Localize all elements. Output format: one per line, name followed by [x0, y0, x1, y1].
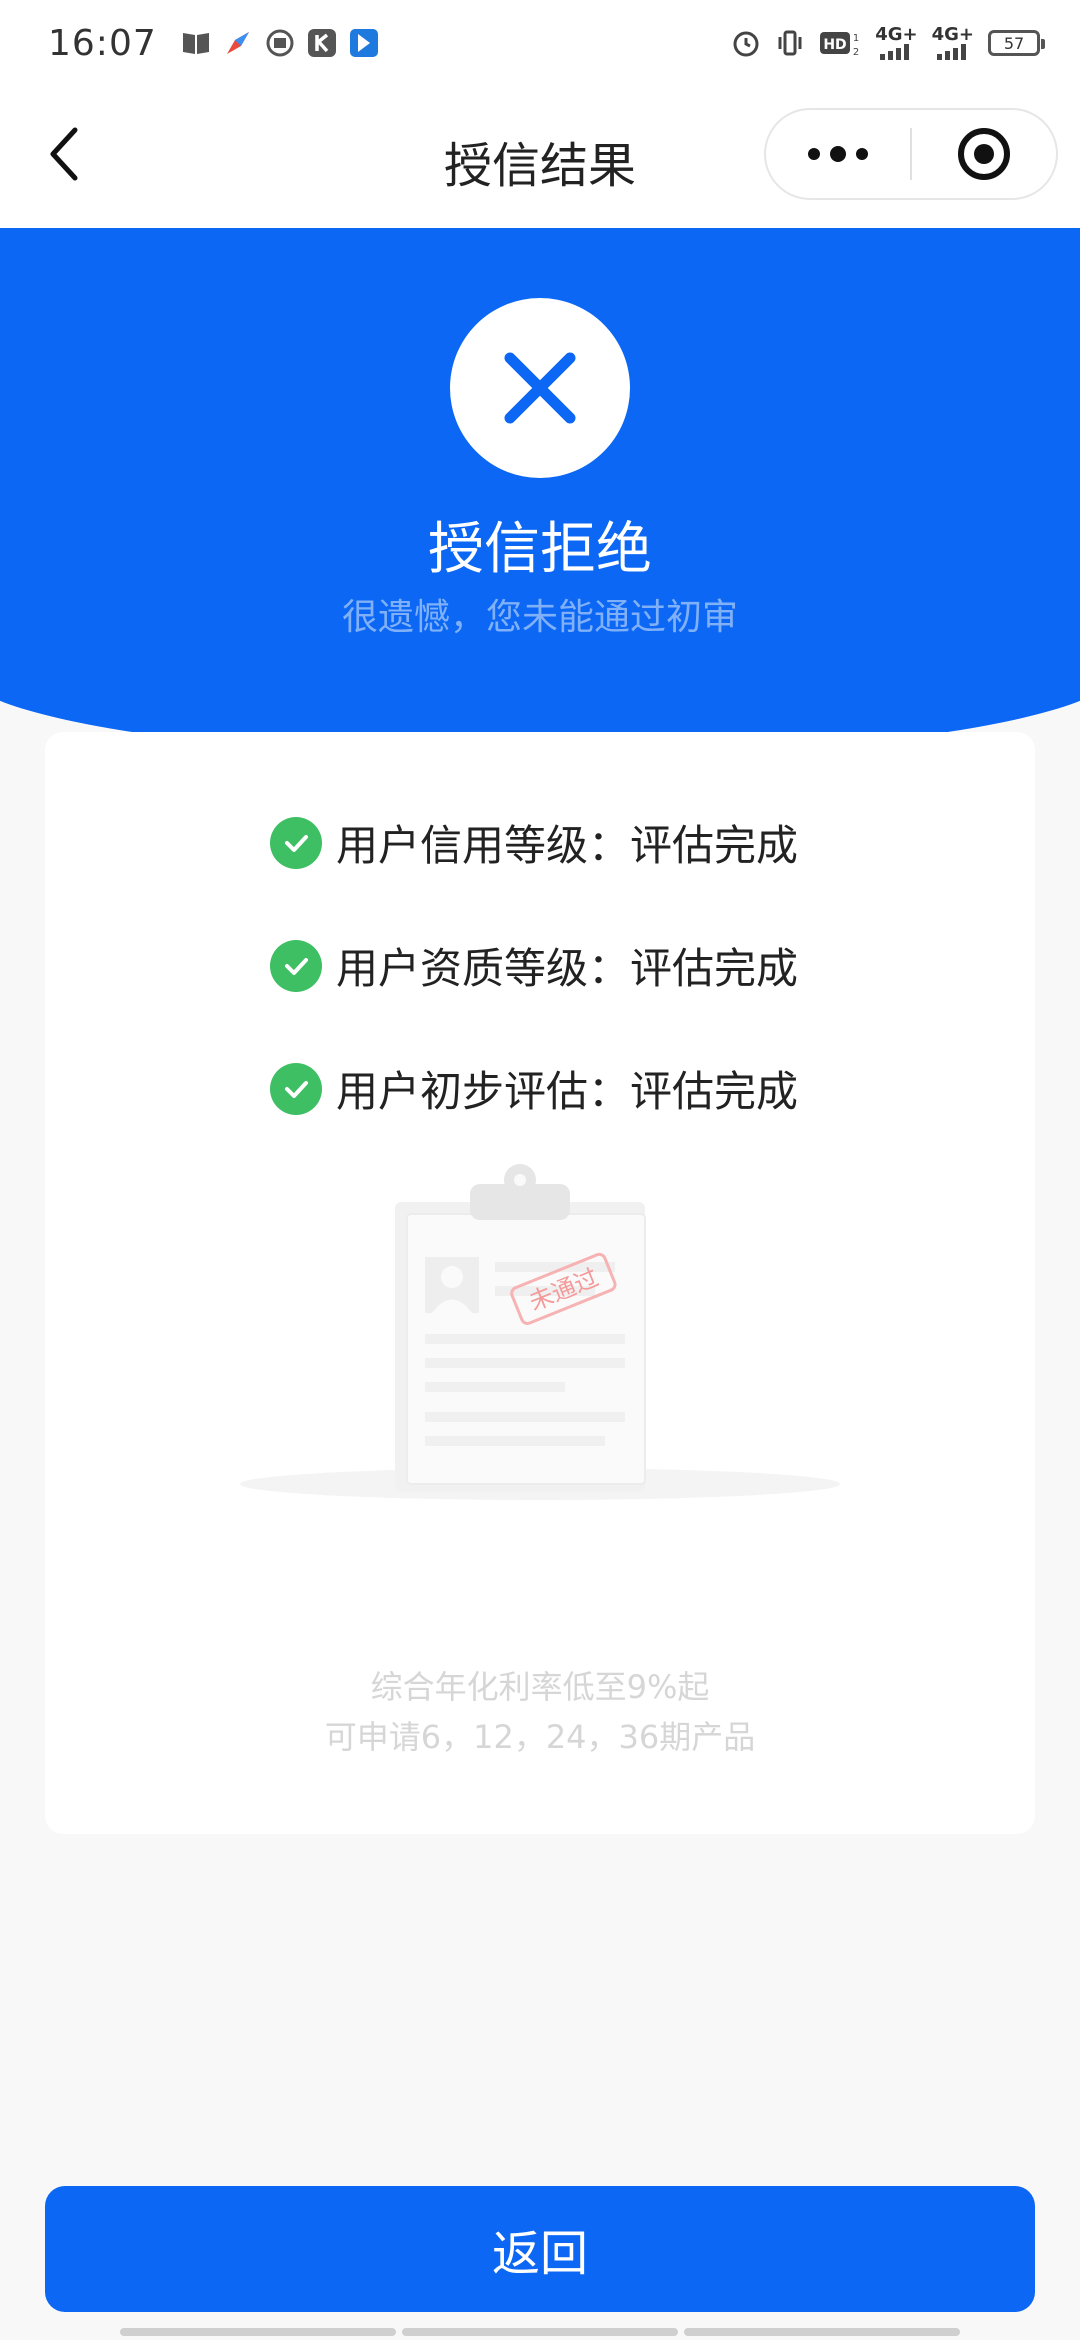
evaluation-card: 用户信用等级：评估完成 用户资质等级：评估完成 用户初步评估：评估完成 未通过 … — [45, 732, 1035, 1834]
compass-icon — [223, 28, 253, 58]
rejected-badge — [450, 298, 630, 478]
svg-text:1: 1 — [853, 33, 859, 44]
battery-indicator: 57 — [988, 30, 1045, 56]
list-item: 用户信用等级：评估完成 — [270, 812, 810, 873]
alarm-icon — [731, 28, 761, 58]
rate-note: 综合年化利率低至9%起 — [370, 1668, 710, 1706]
more-button[interactable] — [766, 110, 910, 198]
term-note: 可申请6，12，24，36期产品 — [324, 1718, 756, 1756]
nav-bar: 授信结果 — [0, 86, 1080, 228]
close-icon — [504, 352, 576, 424]
evaluation-list: 用户信用等级：评估完成 用户资质等级：评估完成 用户初步评估：评估完成 — [45, 812, 1035, 1119]
hd-icon: HD 1 2 — [819, 28, 861, 58]
svg-text:2: 2 — [853, 47, 859, 57]
list-item-label: 用户资质等级：评估完成 — [336, 944, 799, 993]
result-title: 授信拒绝 — [428, 517, 652, 582]
svg-text:HD: HD — [824, 37, 847, 53]
list-item-label: 用户信用等级：评估完成 — [336, 821, 799, 870]
check-circle-icon — [270, 816, 322, 869]
close-program-button[interactable] — [912, 110, 1056, 198]
product-footnote: 综合年化利率低至9%起 可申请6，12，24，36期产品 — [45, 1662, 1035, 1762]
list-item: 用户初步评估：评估完成 — [270, 1058, 810, 1119]
vibrate-icon — [775, 28, 805, 58]
mini-program-capsule — [764, 108, 1058, 200]
home-indicator — [120, 2328, 960, 2336]
bookmark-app-icon — [349, 28, 379, 58]
signal-4g-icon: 4G+ — [875, 26, 918, 60]
check-circle-icon — [270, 1062, 322, 1115]
more-dots-icon — [808, 146, 868, 162]
screen: 16:07 HD 1 2 4G+ 4G+ 57 授信结果 授信拒绝 很遗憾，您未… — [0, 0, 1080, 2340]
return-button[interactable]: 返回 — [45, 2186, 1035, 2312]
list-item-label: 用户初步评估：评估完成 — [336, 1067, 799, 1116]
k-app-icon — [307, 28, 337, 58]
list-item: 用户资质等级：评估完成 — [270, 935, 810, 996]
status-bar: 16:07 HD 1 2 4G+ 4G+ 57 — [0, 0, 1080, 86]
radio-icon — [265, 28, 295, 58]
rejected-document-illustration: 未通过 — [240, 1164, 840, 1500]
book-icon — [181, 28, 211, 58]
target-icon — [958, 128, 1010, 180]
check-circle-icon — [270, 939, 322, 992]
status-time: 16:07 — [48, 22, 157, 64]
result-subtitle: 很遗憾，您未能通过初审 — [341, 597, 738, 638]
signal-4g-icon: 4G+ — [932, 26, 974, 60]
